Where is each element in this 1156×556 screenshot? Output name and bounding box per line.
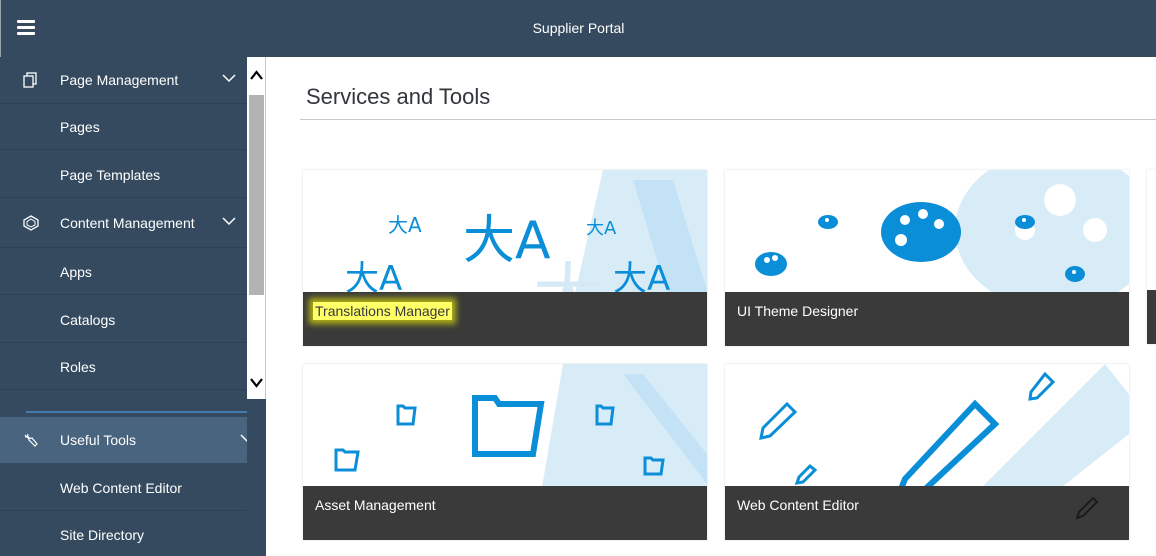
tile-translations-manager[interactable]: 大A 大A 大A 大A 大A 大A Translations Manager [303, 170, 707, 346]
app-title: Supplier Portal [532, 20, 625, 36]
sidebar-item-label: Roles [60, 359, 96, 375]
scroll-down-icon[interactable] [249, 375, 264, 389]
tile-footer: Asset Management [303, 486, 707, 540]
sidebar-item-label: Web Content Editor [60, 480, 182, 496]
sidebar-item-page-templates[interactable]: Page Templates [0, 152, 247, 198]
chevron-down-icon [222, 217, 236, 226]
svg-text:大A: 大A [586, 218, 617, 239]
edit-icon[interactable] [1075, 496, 1099, 520]
sidebar-item-label: Catalogs [60, 312, 116, 328]
sidebar-item-label: Page Templates [60, 167, 161, 183]
sidebar-item-web-content-editor[interactable]: Web Content Editor [0, 465, 247, 511]
tile-ui-theme-designer[interactable]: UI Theme Designer [725, 170, 1129, 346]
svg-text:大A: 大A [463, 211, 551, 271]
sidebar-group-useful-tools[interactable]: Useful Tools [0, 417, 247, 463]
tile-web-content-editor[interactable]: Web Content Editor [725, 364, 1129, 540]
chevron-down-icon [222, 74, 236, 83]
sidebar-group-label: Page Management [60, 72, 179, 88]
sidebar-item-pages[interactable]: Pages [0, 104, 247, 150]
title-divider [300, 119, 1156, 120]
svg-text:大A: 大A [388, 213, 422, 237]
scrollbar-thumb[interactable] [249, 95, 264, 295]
sidebar: Page Management Pages Page Templates Con… [0, 57, 247, 556]
sidebar-group-content-management[interactable]: Content Management [0, 200, 247, 246]
wrench-icon [24, 433, 38, 447]
scroll-up-icon[interactable] [249, 69, 264, 83]
sidebar-group-page-management[interactable]: Page Management [0, 57, 247, 103]
sidebar-group-label: Useful Tools [60, 432, 137, 448]
sidebar-item-catalogs[interactable]: Catalogs [0, 297, 247, 343]
page-management-icon [23, 72, 37, 88]
page-title: Services and Tools [306, 84, 491, 109]
tile-footer: UI Theme Designer [725, 292, 1129, 346]
sidebar-item-apps[interactable]: Apps [0, 249, 247, 295]
sidebar-item-label: Apps [60, 264, 92, 280]
tile-footer: Translations Manager [303, 292, 707, 346]
tile-label: Asset Management [315, 497, 436, 513]
sidebar-scrollbar[interactable] [247, 57, 266, 399]
sidebar-item-label: Pages [60, 119, 100, 135]
tile-footer: Web Content Editor [725, 486, 1129, 540]
sidebar-item-label: Site Directory [60, 527, 145, 543]
chevron-down-icon [240, 434, 247, 443]
shell-bar: Supplier Portal [0, 0, 1156, 57]
sidebar-selection-indicator [26, 411, 247, 413]
content-management-icon [23, 215, 39, 231]
tile-label: Translations Manager [313, 302, 452, 320]
tile-label: Web Content Editor [737, 497, 859, 513]
sidebar-item-site-directory[interactable]: Site Directory [0, 512, 247, 556]
sidebar-group-label: Content Management [60, 215, 195, 231]
tile-label: UI Theme Designer [737, 303, 859, 319]
tile-partial[interactable] [1147, 170, 1156, 344]
tile-asset-management[interactable]: Asset Management [303, 364, 707, 540]
sidebar-item-roles[interactable]: Roles [0, 344, 247, 390]
sidebar-edge [247, 399, 266, 556]
